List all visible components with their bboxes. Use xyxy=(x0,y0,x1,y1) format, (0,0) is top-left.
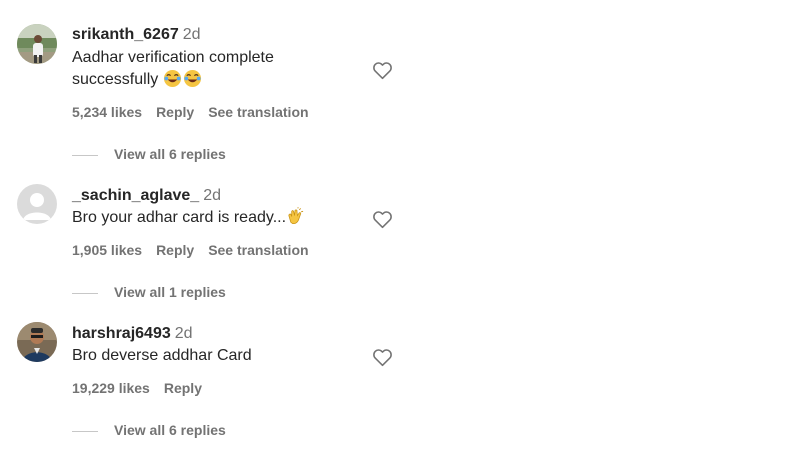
see-translation-button[interactable]: See translation xyxy=(208,242,308,258)
view-replies-label[interactable]: View all 6 replies xyxy=(114,146,226,162)
view-replies-button[interactable]: View all 1 replies xyxy=(72,283,226,301)
username-text[interactable]: harshraj6493 xyxy=(72,325,171,342)
replies-divider xyxy=(72,154,98,156)
view-replies-label[interactable]: View all 1 replies xyxy=(114,284,226,300)
username-text[interactable]: srikanth_6267 xyxy=(72,26,179,43)
user-silhouette-icon xyxy=(17,184,57,224)
view-replies-button[interactable]: View all 6 replies xyxy=(72,145,226,163)
username-text[interactable]: _sachin_aglave_ xyxy=(72,187,199,204)
comment-text: Bro deverse addhar Card xyxy=(72,345,362,367)
likes-count[interactable]: 19,229 likes xyxy=(72,380,150,396)
replies-divider xyxy=(72,430,98,432)
tears-of-joy-icon xyxy=(163,69,181,88)
previous-comment-remnant xyxy=(160,0,270,2)
likes-count[interactable]: 5,234 likes xyxy=(72,104,142,120)
comment-text: Bro your adhar card is ready... xyxy=(72,207,362,229)
heart-icon[interactable] xyxy=(372,347,393,367)
comment-timestamp: 2d xyxy=(203,187,221,204)
comment-username[interactable]: srikanth_6267 2d xyxy=(72,25,201,45)
reply-button[interactable]: Reply xyxy=(164,380,202,396)
replies-divider xyxy=(72,292,98,294)
comment-text-body: Bro your adhar card is ready... xyxy=(72,209,287,226)
comment-text: Aadhar verification complete successfull… xyxy=(72,47,362,91)
reply-button[interactable]: Reply xyxy=(156,242,194,258)
heart-icon[interactable] xyxy=(372,209,393,229)
comment-username[interactable]: harshraj6493 2d xyxy=(72,324,193,344)
comment-timestamp: 2d xyxy=(182,26,201,43)
comment-username[interactable]: _sachin_aglave_ 2d xyxy=(72,186,221,206)
comment-actions: 19,229 likes Reply xyxy=(72,379,216,397)
clapping-hands-emoji xyxy=(286,207,306,226)
avatar[interactable] xyxy=(17,24,57,64)
avatar[interactable] xyxy=(17,184,57,224)
view-replies-label[interactable]: View all 6 replies xyxy=(114,422,226,438)
avatar[interactable] xyxy=(17,322,57,362)
heart-icon[interactable] xyxy=(372,60,393,80)
reply-button[interactable]: Reply xyxy=(156,104,194,120)
likes-count[interactable]: 1,905 likes xyxy=(72,242,142,258)
comment-text-body: Bro deverse addhar Card xyxy=(72,347,252,364)
view-replies-button[interactable]: View all 6 replies xyxy=(72,421,226,439)
comment-timestamp: 2d xyxy=(174,325,193,342)
laughing-emoji xyxy=(163,69,203,88)
comment-actions: 1,905 likes Reply See translation xyxy=(72,241,323,259)
see-translation-button[interactable]: See translation xyxy=(208,104,308,120)
tears-of-joy-icon xyxy=(183,69,201,88)
comment-actions: 5,234 likes Reply See translation xyxy=(72,103,323,121)
clapping-hands-icon xyxy=(288,207,304,225)
